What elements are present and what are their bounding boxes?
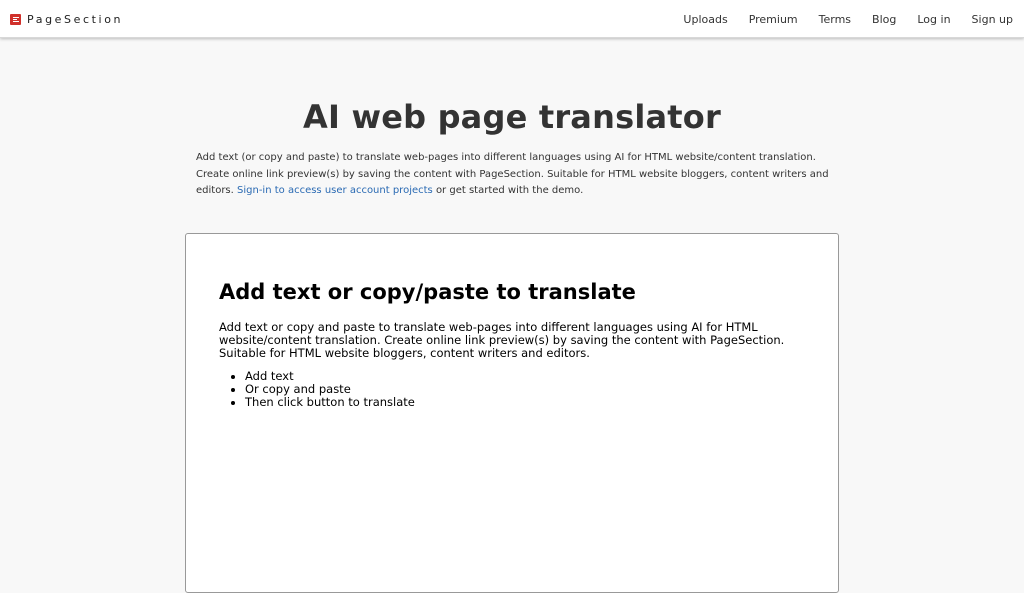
- nav-premium[interactable]: Premium: [749, 13, 798, 26]
- list-item[interactable]: Then click button to translate: [245, 395, 415, 409]
- nav-log-in[interactable]: Log in: [917, 13, 950, 26]
- list-item[interactable]: Add text: [245, 370, 415, 383]
- top-navbar: PageSection Uploads Premium Terms Blog L…: [0, 0, 1024, 38]
- brand-name: PageSection: [27, 12, 124, 26]
- sign-in-link[interactable]: Sign-in to access user account projects: [237, 185, 433, 196]
- editor-heading[interactable]: Add text or copy/paste to translate: [219, 280, 636, 304]
- page-title: AI web page translator: [303, 98, 721, 136]
- editor-list[interactable]: Add text Or copy and paste Then click bu…: [245, 370, 415, 408]
- nav-uploads[interactable]: Uploads: [683, 13, 727, 26]
- intro-paragraph: Add text (or copy and paste) to translat…: [196, 150, 832, 200]
- nav-sign-up[interactable]: Sign up: [972, 13, 1013, 26]
- intro-suffix: or get started with the demo.: [435, 185, 584, 197]
- brand-link[interactable]: PageSection: [10, 12, 123, 26]
- list-item[interactable]: Or copy and paste: [245, 382, 415, 396]
- nav-blog[interactable]: Blog: [872, 13, 896, 26]
- nav-terms[interactable]: Terms: [819, 13, 851, 26]
- main-nav: Uploads Premium Terms Blog Log in Sign u…: [662, 0, 1013, 38]
- translate-text-editor[interactable]: Add text or copy/paste to translate Add …: [185, 233, 839, 593]
- pagesection-logo-icon: [10, 13, 21, 25]
- editor-paragraph[interactable]: Add text or copy and paste to translate …: [219, 321, 804, 360]
